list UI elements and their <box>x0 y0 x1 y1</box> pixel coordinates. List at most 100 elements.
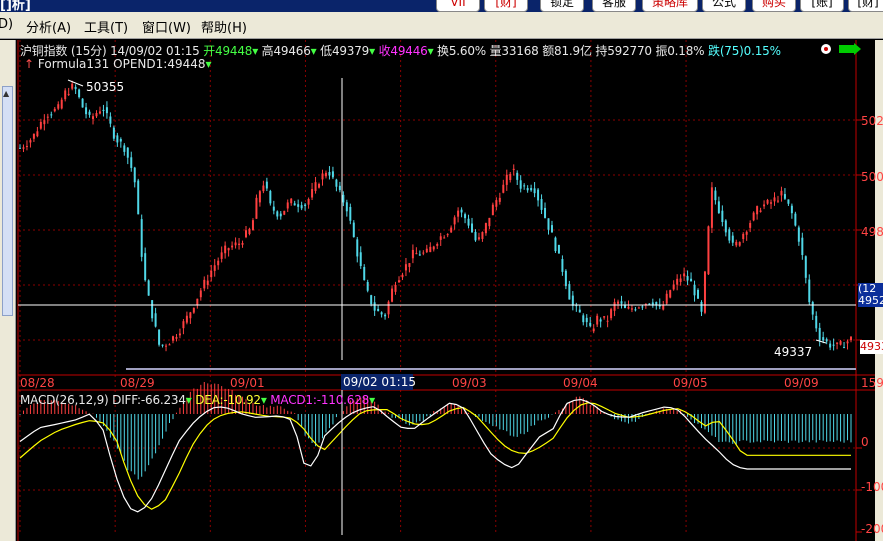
candle-body <box>98 111 101 114</box>
candle-body <box>815 315 818 329</box>
position-label: 持 <box>595 44 608 58</box>
candle-body <box>630 308 633 310</box>
candle-body <box>662 305 665 310</box>
datetime: 14/09/02 01:15 <box>110 44 200 58</box>
toolbar-button-2[interactable]: [财] <box>484 0 528 12</box>
formula-name[interactable]: Formula131 <box>38 57 109 71</box>
low-value: 49379 <box>331 44 370 58</box>
candle-body <box>165 345 168 347</box>
scroll-up-icon[interactable]: ▲ <box>3 89 9 98</box>
menu-item-tools[interactable]: 工具(T) <box>84 17 128 36</box>
account-button[interactable]: [账] <box>800 0 844 12</box>
candle-body <box>297 204 300 207</box>
menu-item-d[interactable]: D) <box>0 17 13 32</box>
candle-body <box>342 194 345 203</box>
volume-value: 33168 <box>501 44 539 58</box>
service-button[interactable]: 客服 <box>592 0 636 12</box>
formula-button[interactable]: 公式 <box>702 0 746 12</box>
menu-item-window[interactable]: 窗口(W) <box>142 17 191 36</box>
candle-body <box>457 210 460 217</box>
candle-body <box>307 198 310 205</box>
macd-name[interactable]: MACD(26,12,9) <box>20 393 109 407</box>
current-price-box: (12 4952 <box>858 283 883 307</box>
candle-body <box>133 167 136 183</box>
candle-body <box>318 183 321 188</box>
candle-body <box>328 172 331 176</box>
candle-body <box>401 274 404 278</box>
candle-body <box>32 133 35 139</box>
candle-body <box>745 231 748 235</box>
candle-body <box>64 90 67 100</box>
candle-body <box>151 300 154 319</box>
settings-icon[interactable] <box>821 44 831 54</box>
candle-body <box>839 341 842 345</box>
formula-line-name: OPEND1 <box>113 57 164 71</box>
candle-body <box>491 204 494 216</box>
candle-body <box>676 278 679 285</box>
candle-body <box>224 245 227 254</box>
price-label-1: 502 <box>861 114 883 128</box>
candle-body <box>794 213 797 226</box>
candle-body <box>279 213 282 217</box>
candle-body <box>596 315 599 325</box>
candle-body <box>140 219 143 257</box>
title-bar: []析] VII [财] 锁定 客服 策略库 公式 购买 [账] [财] <box>0 0 883 12</box>
candle-body <box>484 223 487 234</box>
candle-body <box>217 260 220 266</box>
left-scrollbar[interactable] <box>2 86 13 316</box>
candle-body <box>790 205 793 214</box>
candle-body <box>415 253 418 255</box>
candle-body <box>92 116 95 120</box>
candle-body <box>613 302 616 311</box>
candle-body <box>707 226 710 275</box>
down-arrow-icon: ▾ <box>369 44 375 58</box>
candle-body <box>46 116 49 118</box>
candle-body <box>377 308 380 312</box>
candle-body <box>780 190 783 196</box>
strategy-library-button[interactable]: 策略库 <box>642 0 698 12</box>
cursor-time-label: 09/02 01:15 <box>341 374 416 390</box>
menu-item-analysis[interactable]: 分析(A) <box>26 17 71 36</box>
candle-body <box>356 239 359 257</box>
finance-button[interactable]: [财] <box>848 0 883 12</box>
candle-body <box>693 284 696 296</box>
candle-body <box>627 306 630 309</box>
candle-body <box>213 265 216 271</box>
toolbar-button-1[interactable]: VII <box>436 0 480 12</box>
candle-body <box>338 185 341 191</box>
candle-body <box>53 108 56 112</box>
candle-body <box>130 157 133 168</box>
candle-body <box>571 295 574 306</box>
candle-body <box>234 242 237 246</box>
candle-body <box>724 220 727 233</box>
amount-value: 81.9亿 <box>554 44 592 58</box>
x-label-0904: 09/04 <box>563 376 598 390</box>
high-annotation: 50355 <box>86 80 125 94</box>
candle-body <box>610 309 613 319</box>
menu-item-help[interactable]: 帮助(H) <box>201 17 247 36</box>
candle-body <box>39 121 42 129</box>
candle-body <box>331 171 334 178</box>
candle-body <box>380 312 383 315</box>
candle-body <box>561 259 564 272</box>
buy-button[interactable]: 购买 <box>752 0 796 12</box>
candle-body <box>540 199 543 210</box>
candle-body <box>391 288 394 302</box>
candle-body <box>509 173 512 181</box>
x-label-0828: 08/28 <box>20 376 55 390</box>
candle-body <box>158 329 161 345</box>
candle-body <box>721 210 724 223</box>
candle-body <box>324 172 327 177</box>
candle-body <box>832 344 835 346</box>
chart-area[interactable] <box>16 40 875 541</box>
candle-body <box>752 212 755 221</box>
candle-body <box>822 337 825 341</box>
candle-body <box>112 127 115 139</box>
candle-body <box>749 222 752 228</box>
down-arrow-icon: ▾ <box>205 57 212 71</box>
candle-body <box>717 201 720 214</box>
lock-button[interactable]: 锁定 <box>540 0 584 12</box>
low-annotation: 49337 <box>774 345 813 359</box>
close-label: 收 <box>378 44 391 58</box>
candle-body <box>436 244 439 246</box>
